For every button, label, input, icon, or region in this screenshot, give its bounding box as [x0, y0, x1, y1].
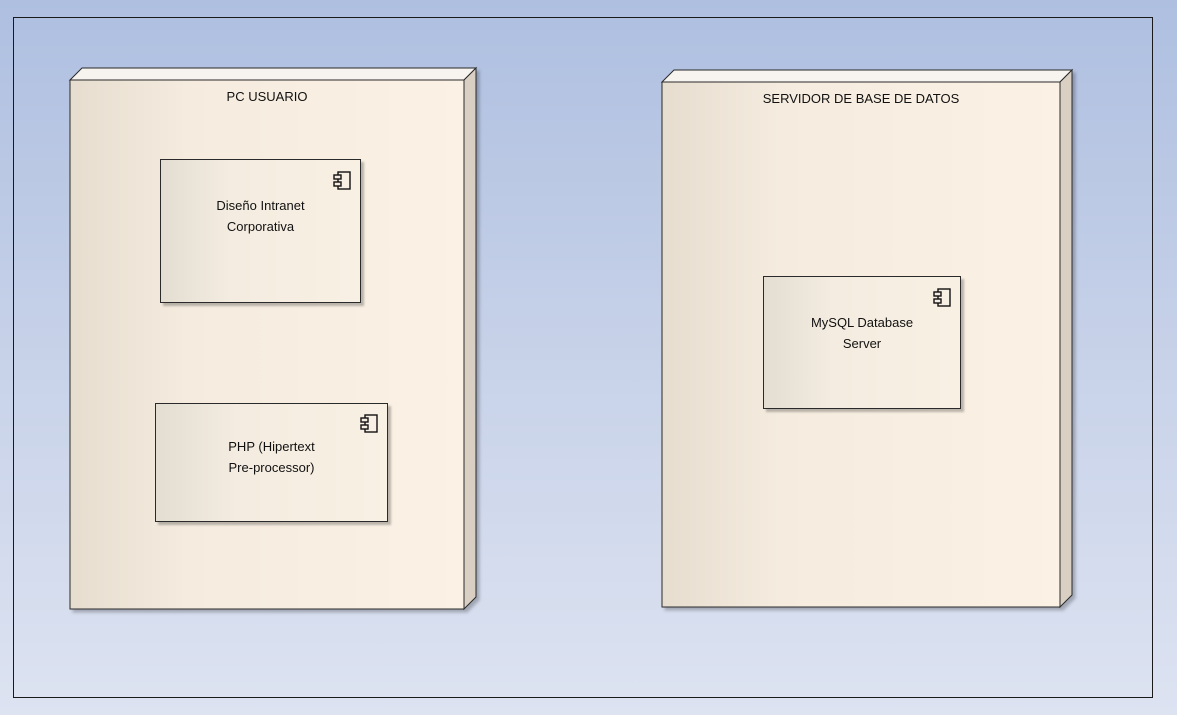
node-pc-usuario-label: PC USUARIO	[226, 89, 308, 104]
component-php-line2: Pre-processor)	[228, 460, 315, 475]
node-servidor-bd-side	[1059, 68, 1073, 609]
node-pc-usuario-side	[463, 66, 477, 611]
component-diseno-intranet-line2: Corporativa	[226, 219, 295, 234]
uml-component-icon	[933, 288, 951, 307]
node-pc-usuario[interactable]	[68, 66, 478, 611]
component-diseno-intranet[interactable]: Diseño Intranet Corporativa	[160, 159, 361, 303]
component-php[interactable]: PHP (Hipertext Pre-processor)	[155, 403, 388, 522]
component-diseno-intranet-line1: Diseño Intranet	[216, 198, 305, 213]
uml-component-icon	[333, 171, 351, 190]
component-php-line1: PHP (Hipertext	[228, 439, 315, 454]
component-mysql-line1: MySQL Database	[810, 315, 914, 330]
uml-component-icon	[360, 414, 378, 433]
component-mysql[interactable]: MySQL Database Server	[763, 276, 961, 409]
node-servidor-bd-top	[660, 69, 1074, 83]
component-mysql-line2: Server	[842, 336, 882, 351]
node-servidor-bd-label: SERVIDOR DE BASE DE DATOS	[762, 91, 960, 106]
diagram-canvas	[68, 66, 1074, 611]
node-pc-usuario-top	[68, 67, 478, 81]
